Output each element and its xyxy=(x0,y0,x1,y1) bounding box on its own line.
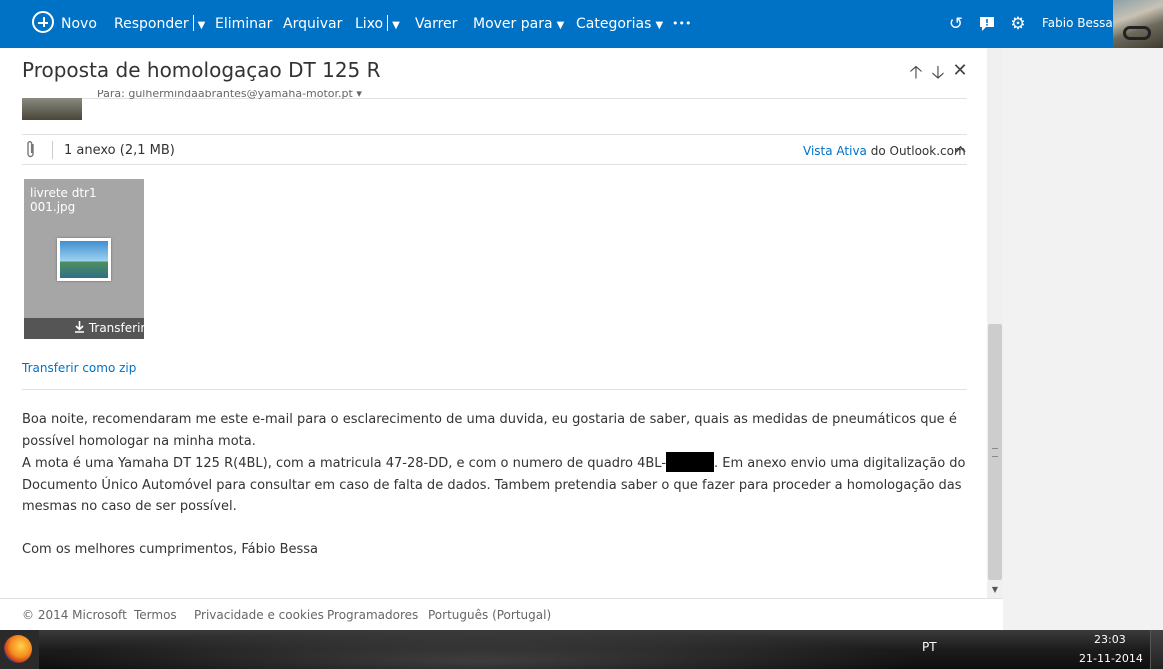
footer-copyright: © 2014 Microsoft xyxy=(22,608,127,622)
body-signoff: Com os melhores cumprimentos, Fábio Bess… xyxy=(22,542,318,557)
reply-label: Responder xyxy=(114,16,189,32)
footer-developers-link[interactable]: Programadores xyxy=(327,608,418,622)
settings-icon[interactable]: ⚙ xyxy=(1007,13,1029,35)
add-icon xyxy=(32,11,54,33)
firefox-icon xyxy=(4,635,32,663)
clock-time[interactable]: 23:03 xyxy=(1094,633,1126,646)
chevron-down-icon: ▼ xyxy=(655,20,664,31)
attachment-divider-bottom xyxy=(22,164,967,165)
message-subject: Proposta de homologaçao DT 125 R xyxy=(22,58,381,82)
attachment-count: 1 anexo (2,1 MB) xyxy=(64,143,175,158)
download-bar[interactable]: Transferir xyxy=(24,318,145,339)
show-desktop-button[interactable] xyxy=(1150,630,1163,669)
language-indicator[interactable]: PT xyxy=(922,640,937,654)
chevron-down-icon: ▼ xyxy=(556,20,565,31)
feedback-icon[interactable] xyxy=(976,13,998,35)
move-to-button[interactable]: Mover para ▼ xyxy=(473,0,564,48)
attachment-file-name: livrete dtr1 001.jpg xyxy=(30,186,97,214)
categories-button[interactable]: Categorias ▼ xyxy=(576,0,663,48)
watermark-logo xyxy=(944,632,1084,662)
clock-date[interactable]: 21-11-2014 xyxy=(1079,652,1143,665)
active-view-notice: Vista Ativa do Outlook.com xyxy=(803,144,966,158)
split-divider xyxy=(192,15,194,31)
split-divider xyxy=(387,15,389,31)
footer-privacy-link[interactable]: Privacidade e cookies xyxy=(194,608,324,622)
chevron-down-icon[interactable]: ▼ xyxy=(198,20,206,31)
attachment-divider-top xyxy=(22,134,967,135)
active-view-text: do Outlook.com xyxy=(866,144,966,158)
close-icon[interactable]: ✕ xyxy=(950,60,970,84)
user-avatar[interactable] xyxy=(1113,0,1163,48)
user-name[interactable]: Fabio Bessa xyxy=(1042,0,1113,48)
recipient-line: Para: gulhermindaabrantes@yamaha-motor.p… xyxy=(97,90,362,100)
active-view-link[interactable]: Vista Ativa xyxy=(803,144,867,158)
more-options-button[interactable]: ••• xyxy=(672,0,691,48)
body-paragraph-1: Boa noite, recomendaram me este e-mail p… xyxy=(22,412,957,449)
recipient-text: Para: gulhermindaabrantes@yamaha-motor.p… xyxy=(97,90,362,100)
footer-language-link[interactable]: Português (Portugal) xyxy=(428,608,551,622)
archive-button[interactable]: Arquivar xyxy=(283,0,342,48)
categories-label: Categorias xyxy=(576,16,652,32)
separator xyxy=(52,141,53,159)
sender-avatar xyxy=(22,98,82,120)
junk-button[interactable]: Lixo ▼ xyxy=(355,0,400,48)
redaction-block xyxy=(666,452,715,472)
attachment-thumbnail[interactable]: livrete dtr1 001.jpg Transferir xyxy=(24,179,145,339)
sweep-button[interactable]: Varrer xyxy=(415,0,457,48)
paperclip-icon xyxy=(24,140,38,160)
move-to-label: Mover para xyxy=(473,16,553,32)
junk-label: Lixo xyxy=(355,16,384,32)
top-toolbar: Novo Responder ▼ Eliminar Arquivar Lixo ▼ … xyxy=(0,0,1163,48)
download-zip-link[interactable]: Transferir como zip xyxy=(22,361,136,375)
arrow-down-icon[interactable]: 🡣 xyxy=(928,60,948,84)
footer-terms-link[interactable]: Termos xyxy=(134,608,177,622)
arrow-up-icon[interactable]: 🡡 xyxy=(906,60,926,84)
new-label: Novo xyxy=(61,16,97,32)
reading-pane-scrollbar[interactable]: ▼ xyxy=(987,48,1003,598)
body-paragraph-2: A mota é uma Yamaha DT 125 R(4BL), com a… xyxy=(22,452,967,518)
windows-taskbar: PT 23:03 21-11-2014 xyxy=(0,630,1163,669)
image-file-icon xyxy=(57,238,111,281)
download-icon xyxy=(75,321,84,333)
chevron-down-icon[interactable]: ▼ xyxy=(392,20,400,31)
footer: © 2014 Microsoft Termos Privacidade e co… xyxy=(0,598,1003,631)
chevron-up-icon[interactable] xyxy=(955,143,966,156)
body-divider xyxy=(22,389,967,390)
scrollbar-thumb[interactable] xyxy=(988,324,1002,580)
reply-button[interactable]: Responder ▼ xyxy=(114,0,205,48)
delete-button[interactable]: Eliminar xyxy=(215,0,272,48)
scroll-down-icon[interactable]: ▼ xyxy=(988,584,1002,596)
right-pane xyxy=(1003,48,1163,630)
firefox-taskbar-button[interactable] xyxy=(0,630,39,669)
download-button[interactable]: Transferir xyxy=(74,321,145,335)
body-paragraph-2-start: A mota é uma Yamaha DT 125 R(4BL), com a… xyxy=(22,456,667,471)
download-label: Transferir xyxy=(88,321,146,335)
message-body: Boa noite, recomendaram me este e-mail p… xyxy=(22,409,967,561)
undo-icon[interactable]: ↺ xyxy=(945,13,967,35)
